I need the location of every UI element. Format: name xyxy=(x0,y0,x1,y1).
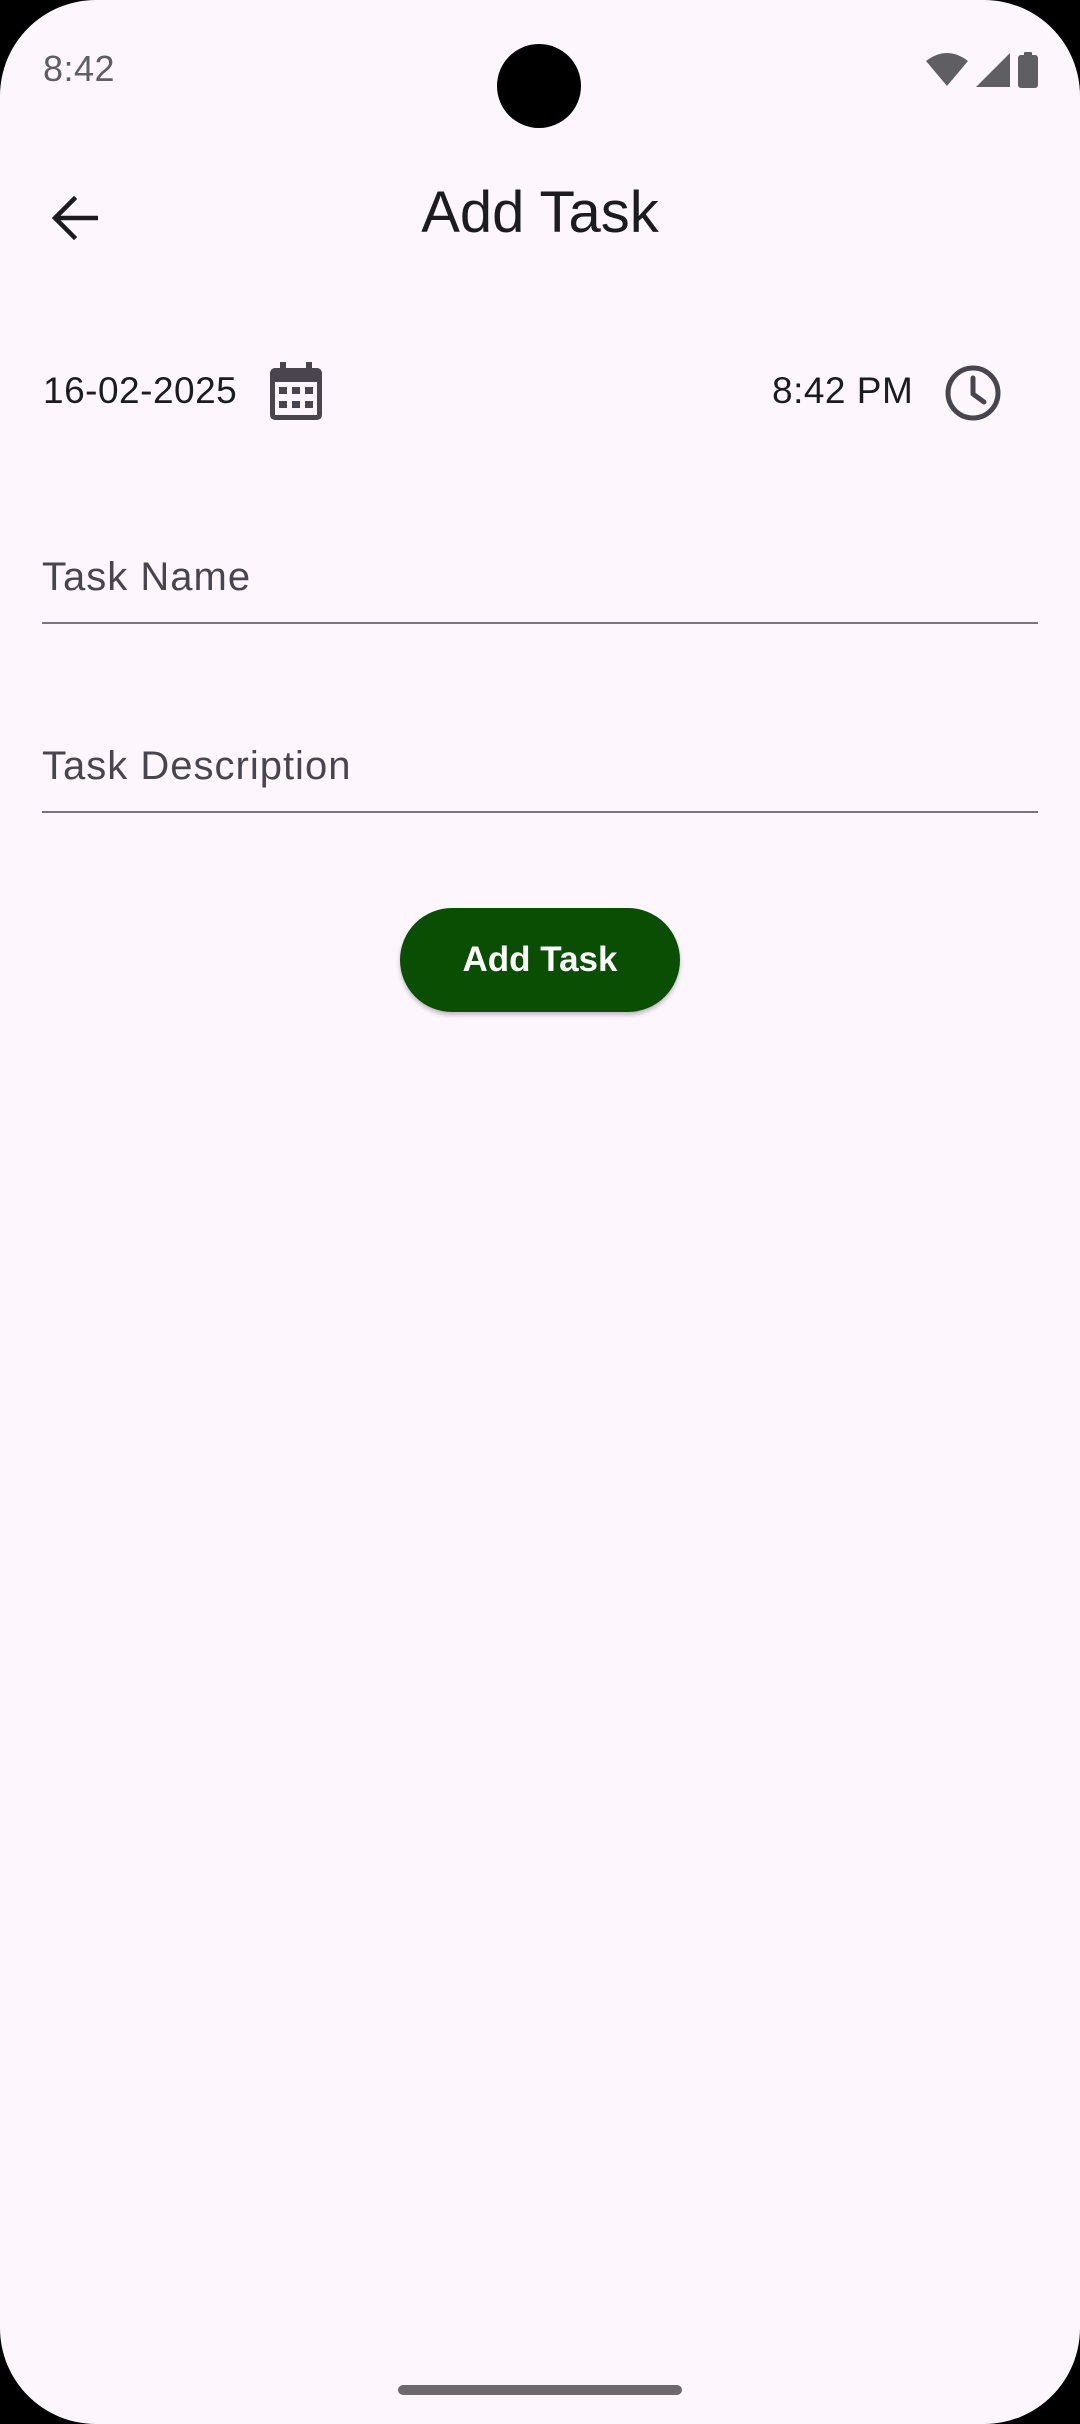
task-name-input[interactable] xyxy=(42,532,1038,622)
status-icons xyxy=(926,50,1038,90)
clock-icon xyxy=(944,365,1002,426)
app-screen: 8:42 Add Task 16-02-2025 8:42 PM Task Na… xyxy=(0,0,1080,2424)
date-picker-button[interactable] xyxy=(268,362,324,422)
signal-icon xyxy=(976,53,1010,87)
camera-cutout xyxy=(497,44,581,128)
selected-date: 16-02-2025 xyxy=(43,370,238,411)
status-time: 8:42 xyxy=(43,48,116,89)
task-description-field xyxy=(42,721,1038,813)
time-picker-button[interactable] xyxy=(944,364,1002,422)
home-gesture-bar[interactable] xyxy=(398,2385,682,2395)
wifi-icon xyxy=(926,53,968,87)
add-task-button[interactable]: Add Task xyxy=(400,908,680,1012)
task-description-input[interactable] xyxy=(42,721,1038,811)
task-name-field xyxy=(42,532,1038,624)
page-title: Add Task xyxy=(421,180,659,245)
calendar-icon xyxy=(268,362,324,426)
selected-time: 8:42 PM xyxy=(772,370,914,411)
battery-icon xyxy=(1018,52,1038,88)
